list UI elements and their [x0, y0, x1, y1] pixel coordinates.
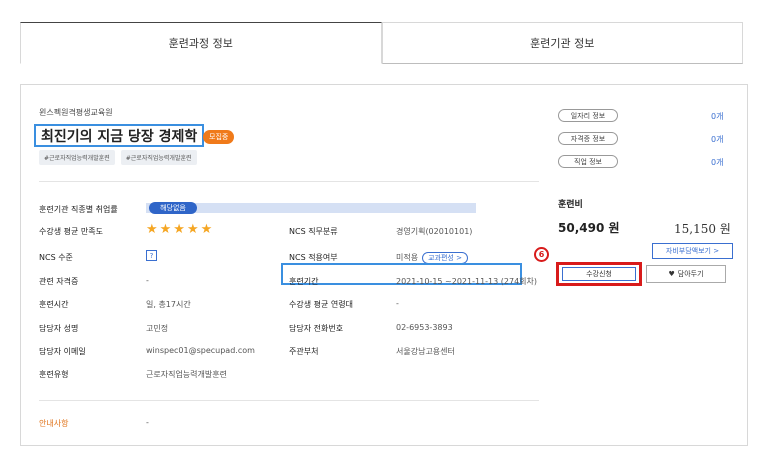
fee-label: 훈련비 [558, 200, 583, 210]
divider [39, 400, 539, 401]
recruiting-badge: 모집중 [203, 130, 235, 144]
training-type-label: 훈련유형 [39, 370, 69, 379]
apply-highlight: 수강신청 [556, 262, 642, 286]
fee-self-pay: 15,150 원 [674, 222, 731, 236]
training-time-value: 일, 총17시간 [146, 300, 191, 309]
ncs-applied-label: NCS 적용여부 [289, 253, 338, 262]
help-icon[interactable]: ? [146, 250, 157, 261]
occupation-info-count: 0개 [711, 158, 724, 167]
course-title: 최진기의 지금 당장 경제학 [41, 128, 198, 145]
wishlist-button[interactable]: ♥ 담아두기 [646, 265, 726, 283]
self-pay-button[interactable]: 자비부담액보기 > [652, 243, 733, 259]
tag[interactable]: #근로자직업능력개발훈련 [39, 150, 115, 165]
course-detail-panel: 윈스펙원격평생교육원 최진기의 지금 당장 경제학 모집중 #근로자직업능력개발… [20, 84, 748, 446]
apply-button[interactable]: 수강신청 [562, 267, 636, 281]
tab-institution-info[interactable]: 훈련기관 정보 [381, 22, 743, 64]
institution-name: 윈스펙원격평생교육원 [39, 108, 113, 117]
manager-phone-value: 02-6953-3893 [396, 323, 453, 332]
ncs-level-label: NCS 수준 [39, 253, 73, 262]
ncs-applied-text: 미적용 [396, 253, 419, 262]
department-label: 주관부처 [289, 347, 319, 356]
department-value: 서울강남고용센터 [396, 347, 455, 356]
wishlist-label: 담아두기 [677, 270, 704, 278]
occupation-info-button[interactable]: 직업 정보 [558, 155, 618, 168]
heart-icon: ♥ [668, 270, 675, 278]
avg-age-value: - [396, 299, 399, 308]
job-info-button[interactable]: 일자리 정보 [558, 109, 618, 122]
manager-email-value: winspec01@specupad.com [146, 346, 255, 355]
ncs-category-label: NCS 직무분류 [289, 227, 338, 236]
employment-rate-value: 해당없음 [149, 202, 197, 214]
job-info-count: 0개 [711, 112, 724, 121]
period-value: 2021-10-15 ~2021-11-13 (274회차) [396, 277, 538, 286]
training-type-value: 근로자직업능력개발훈련 [146, 370, 227, 379]
manager-name-label: 담당자 성명 [39, 324, 79, 333]
tag-list: #근로자직업능력개발훈련 #근로자직업능력개발훈련 [39, 150, 197, 165]
certificate-info-count: 0개 [711, 135, 724, 144]
certificate-label: 관련 자격증 [39, 277, 79, 286]
notice-value: - [146, 418, 149, 427]
divider [39, 181, 539, 182]
period-label: 훈련기간 [289, 277, 319, 286]
certificate-value: - [146, 276, 149, 285]
manager-phone-label: 담당자 전화번호 [289, 324, 344, 333]
certificate-info-button[interactable]: 자격증 정보 [558, 132, 618, 145]
fee-total: 50,490 원 [558, 221, 620, 235]
manager-email-label: 담당자 이메일 [39, 347, 86, 356]
step-number-annotation: 6 [534, 247, 549, 262]
star-rating: ★★★★★ [146, 222, 215, 237]
tag[interactable]: #근로자직업능력개발훈련 [120, 150, 197, 165]
tab-bar: 훈련과정 정보 훈련기관 정보 [20, 22, 743, 64]
satisfaction-label: 수강생 평균 만족도 [39, 227, 103, 236]
course-title-highlight: 최진기의 지금 당장 경제학 [34, 124, 205, 147]
training-time-label: 훈련시간 [39, 300, 69, 309]
tab-course-info[interactable]: 훈련과정 정보 [20, 22, 382, 64]
manager-name-value: 고민정 [146, 324, 169, 333]
avg-age-label: 수강생 평균 연령대 [289, 300, 353, 309]
employment-rate-label: 훈련기관 직종별 취업률 [39, 205, 118, 214]
ncs-category-value: 경영기획(02010101) [396, 227, 473, 236]
notice-label: 안내사항 [39, 419, 69, 428]
